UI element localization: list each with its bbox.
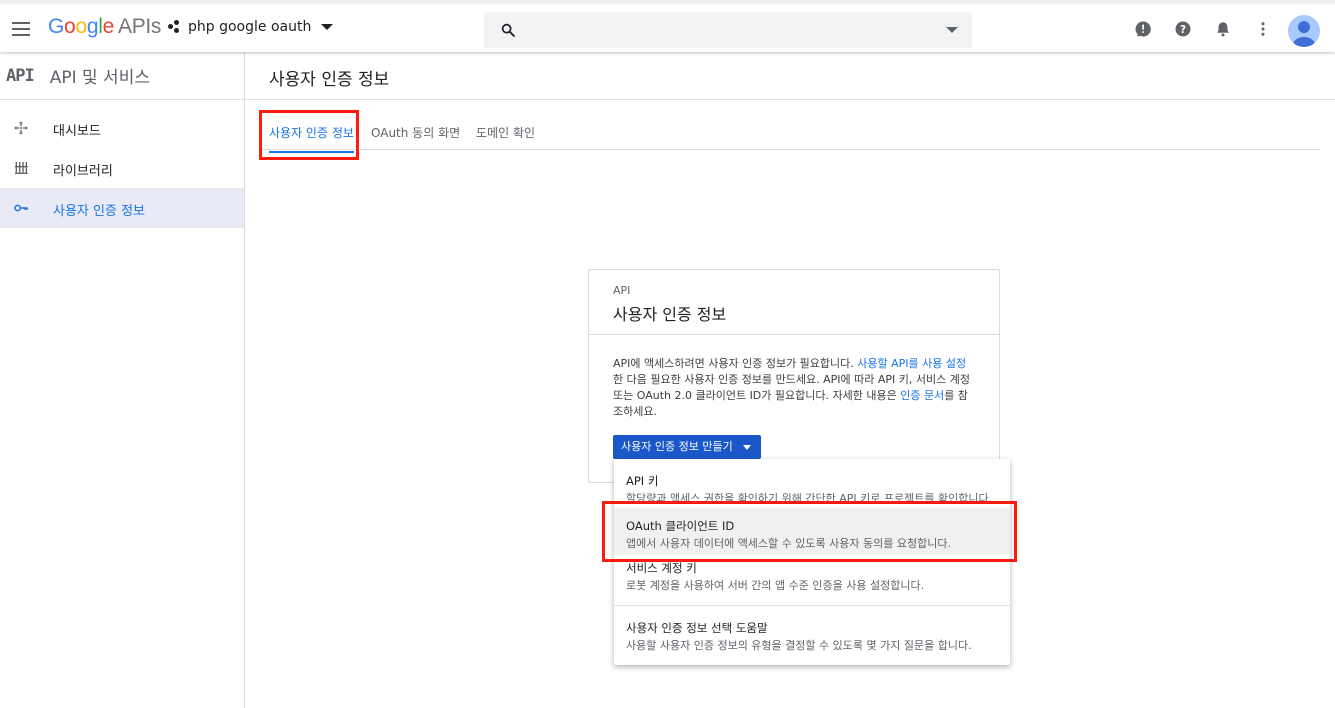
- card-subtitle: API: [613, 284, 631, 297]
- project-name: php google oauth: [188, 19, 312, 35]
- menu-item-help-me-choose[interactable]: 사용자 인증 정보 선택 도움말 사용할 사용자 인증 정보의 유형을 결정할 …: [614, 606, 1010, 665]
- menu-icon[interactable]: [12, 22, 30, 36]
- avatar-person-icon: [1293, 21, 1315, 47]
- highlight-box-oauth: [602, 501, 1017, 562]
- search-bar[interactable]: [484, 12, 972, 48]
- google-apis-logo[interactable]: Google APIs: [48, 15, 161, 39]
- chevron-down-icon: [321, 24, 334, 30]
- library-icon: [15, 162, 28, 174]
- top-app-bar: Google APIs php google oauth ?: [0, 0, 1335, 52]
- dashboard-icon: [14, 121, 28, 135]
- api-logo: API: [6, 65, 35, 86]
- search-icon: [501, 23, 515, 37]
- page-header: 사용자 인증 정보: [245, 52, 1335, 100]
- tab-domain-verification[interactable]: 도메인 확인: [476, 124, 535, 151]
- key-icon: [14, 204, 28, 212]
- chevron-down-icon: [742, 445, 751, 450]
- tab-oauth-consent-screen[interactable]: OAuth 동의 화면: [371, 124, 460, 151]
- svg-text:?: ?: [1180, 24, 1186, 36]
- search-dropdown-icon[interactable]: [946, 27, 958, 33]
- card-description: API에 액세스하려면 사용자 인증 정보가 필요합니다. 사용할 API를 사…: [613, 357, 970, 418]
- sidebar: API API 및 서비스 대시보드 라이브러리 사용자 인증 정보: [0, 52, 245, 708]
- more-vert-icon[interactable]: [1254, 20, 1272, 38]
- notifications-icon[interactable]: [1214, 20, 1232, 38]
- card-divider: [589, 334, 999, 335]
- card-title: 사용자 인증 정보: [613, 305, 727, 324]
- search-input[interactable]: [528, 20, 918, 40]
- sidebar-header: API API 및 서비스: [0, 52, 244, 100]
- sidebar-item-dashboard[interactable]: 대시보드: [0, 108, 244, 148]
- create-credentials-menu: API 키 할당량과 액세스 권한을 확인하기 위해 간단한 API 키로 프로…: [614, 459, 1010, 665]
- highlight-box-tab: [259, 110, 359, 160]
- project-icon: [168, 20, 180, 34]
- auth-docs-link[interactable]: 인증 문서: [900, 389, 944, 402]
- sidebar-title: API 및 서비스: [49, 68, 150, 88]
- page-title: 사용자 인증 정보: [269, 70, 390, 90]
- help-icon[interactable]: ?: [1174, 20, 1192, 38]
- sidebar-item-credentials[interactable]: 사용자 인증 정보: [0, 188, 244, 228]
- sidebar-item-library[interactable]: 라이브러리: [0, 148, 244, 188]
- create-credentials-button[interactable]: 사용자 인증 정보 만들기: [613, 435, 761, 459]
- main-content: 사용자 인증 정보 사용자 인증 정보 OAuth 동의 화면 도메인 확인 A…: [245, 52, 1335, 708]
- account-avatar[interactable]: [1288, 15, 1320, 47]
- tab-bar: 사용자 인증 정보 OAuth 동의 화면 도메인 확인: [261, 116, 1320, 153]
- feedback-icon[interactable]: [1134, 20, 1152, 38]
- credentials-card: API 사용자 인증 정보 API에 액세스하려면 사용자 인증 정보가 필요합…: [588, 269, 1000, 483]
- project-selector[interactable]: php google oauth: [168, 19, 334, 35]
- enable-api-link[interactable]: 사용할 API를 사용 설정: [857, 357, 966, 370]
